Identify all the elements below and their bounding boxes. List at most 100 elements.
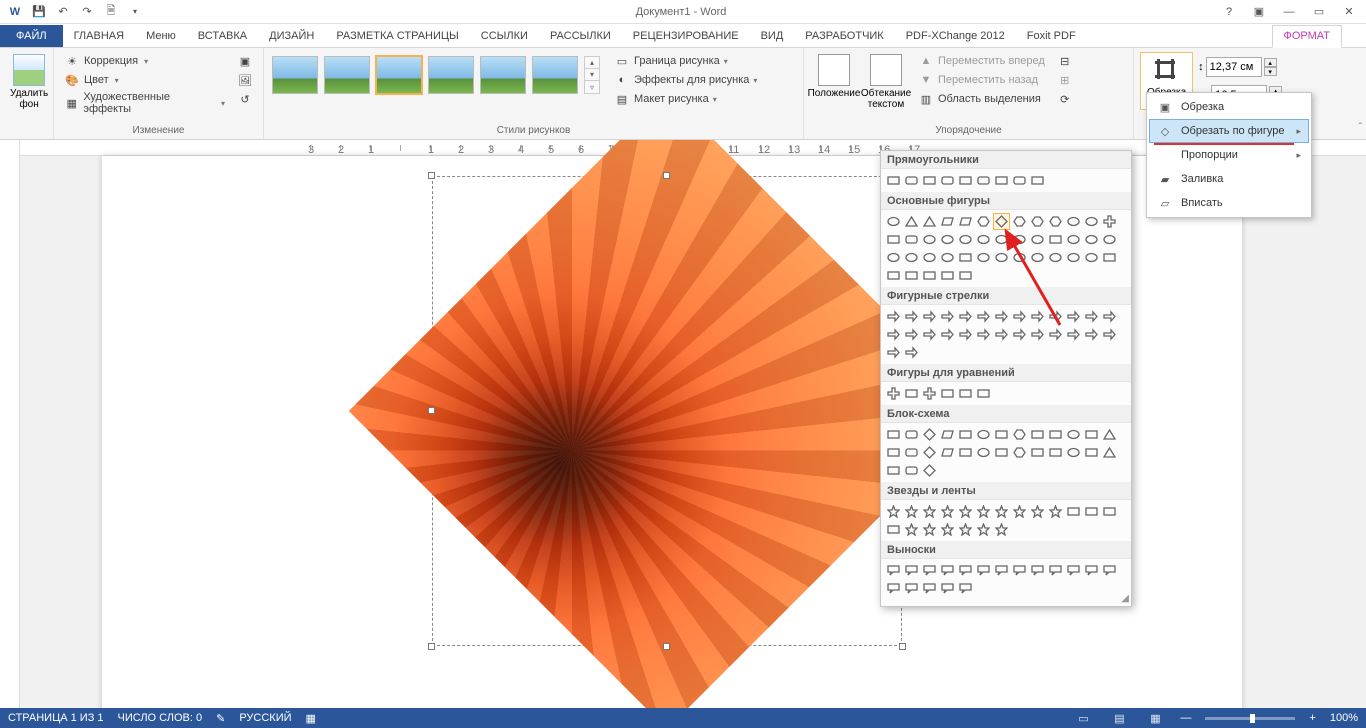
shape-option[interactable] xyxy=(1047,503,1064,520)
shape-option[interactable] xyxy=(939,426,956,443)
style-thumb[interactable] xyxy=(376,56,422,94)
shape-option[interactable] xyxy=(885,172,902,189)
tab-pdfxchange[interactable]: PDF-XChange 2012 xyxy=(895,26,1016,47)
ribbon-display-icon[interactable]: ▣ xyxy=(1248,2,1270,22)
shape-option[interactable] xyxy=(975,503,992,520)
shape-option[interactable] xyxy=(1011,172,1028,189)
word-icon[interactable]: W xyxy=(4,2,26,22)
align-button[interactable]: ⊟ xyxy=(1053,52,1077,70)
shape-option[interactable] xyxy=(921,249,938,266)
shape-option[interactable] xyxy=(975,172,992,189)
shape-option[interactable] xyxy=(885,344,902,361)
shape-option[interactable] xyxy=(1029,426,1046,443)
shape-option[interactable] xyxy=(885,326,902,343)
shape-option[interactable] xyxy=(1083,231,1100,248)
shape-option[interactable] xyxy=(921,308,938,325)
shape-option[interactable] xyxy=(993,503,1010,520)
shape-option[interactable] xyxy=(1011,444,1028,461)
shape-option[interactable] xyxy=(1011,426,1028,443)
save-icon[interactable]: 💾 xyxy=(28,2,50,22)
shape-option[interactable] xyxy=(885,444,902,461)
view-print-icon[interactable]: ▤ xyxy=(1108,710,1130,726)
shape-option[interactable] xyxy=(1083,213,1100,230)
shape-option[interactable] xyxy=(921,326,938,343)
shape-option[interactable] xyxy=(957,308,974,325)
shape-option[interactable] xyxy=(921,231,938,248)
shape-option[interactable] xyxy=(939,172,956,189)
undo-icon[interactable]: ↶ xyxy=(52,2,74,22)
shape-option[interactable] xyxy=(957,326,974,343)
shape-option[interactable] xyxy=(1065,503,1082,520)
help-icon[interactable]: ? xyxy=(1218,2,1240,22)
shape-option[interactable] xyxy=(1065,444,1082,461)
shape-option[interactable] xyxy=(885,385,902,402)
style-thumb[interactable] xyxy=(428,56,474,94)
shape-option[interactable] xyxy=(1101,444,1118,461)
status-word-count[interactable]: ЧИСЛО СЛОВ: 0 xyxy=(118,712,203,724)
artistic-effects-button[interactable]: ▦Художественные эффекты▾ xyxy=(60,90,229,116)
shape-option[interactable] xyxy=(903,213,920,230)
shape-option[interactable] xyxy=(1047,426,1064,443)
shape-option[interactable] xyxy=(975,562,992,579)
bring-forward-button[interactable]: ▲Переместить вперед xyxy=(914,52,1049,70)
spin-up-icon[interactable]: ▴ xyxy=(1264,58,1277,67)
shape-option[interactable] xyxy=(885,521,902,538)
shape-option[interactable] xyxy=(975,326,992,343)
shape-option[interactable] xyxy=(885,213,902,230)
zoom-in-button[interactable]: + xyxy=(1309,712,1315,724)
shape-option[interactable] xyxy=(1029,444,1046,461)
shape-option[interactable] xyxy=(921,267,938,284)
shape-option[interactable] xyxy=(993,426,1010,443)
shape-option[interactable] xyxy=(1101,231,1118,248)
resize-handle[interactable] xyxy=(663,643,670,650)
resize-handle[interactable] xyxy=(899,643,906,650)
shape-option[interactable] xyxy=(939,231,956,248)
shape-option[interactable] xyxy=(1065,426,1082,443)
resize-grip-icon[interactable]: ◢ xyxy=(1121,593,1129,604)
tab-design[interactable]: ДИЗАЙН xyxy=(258,26,325,47)
shape-option[interactable] xyxy=(903,462,920,479)
picture-border-button[interactable]: ▭Граница рисунка▾ xyxy=(610,52,761,70)
shape-option[interactable] xyxy=(957,267,974,284)
new-icon[interactable]: 🗎 xyxy=(100,2,122,22)
selection-pane-button[interactable]: ▥Область выделения xyxy=(914,90,1049,108)
shape-option[interactable] xyxy=(903,521,920,538)
redo-icon[interactable]: ↷ xyxy=(76,2,98,22)
tab-review[interactable]: РЕЦЕНЗИРОВАНИЕ xyxy=(622,26,750,47)
style-thumb[interactable] xyxy=(480,56,526,94)
view-web-icon[interactable]: ▦ xyxy=(1144,710,1166,726)
shape-option[interactable] xyxy=(1101,562,1118,579)
collapse-ribbon-icon[interactable]: ˆ xyxy=(1359,122,1362,133)
resize-handle[interactable] xyxy=(663,172,670,179)
shape-option[interactable] xyxy=(903,444,920,461)
shape-option[interactable] xyxy=(975,385,992,402)
zoom-out-button[interactable]: — xyxy=(1180,712,1191,724)
zoom-level[interactable]: 100% xyxy=(1330,712,1358,724)
shape-option[interactable] xyxy=(1083,562,1100,579)
zoom-slider[interactable] xyxy=(1205,717,1295,720)
shape-option[interactable] xyxy=(885,308,902,325)
shape-option[interactable] xyxy=(1101,213,1118,230)
shape-option[interactable] xyxy=(885,231,902,248)
shape-option[interactable] xyxy=(939,580,956,597)
tab-developer[interactable]: РАЗРАБОТЧИК xyxy=(794,26,894,47)
tab-mailings[interactable]: РАССЫЛКИ xyxy=(539,26,622,47)
shape-option[interactable] xyxy=(975,213,992,230)
shape-option[interactable] xyxy=(939,385,956,402)
tab-layout[interactable]: РАЗМЕТКА СТРАНИЦЫ xyxy=(325,26,469,47)
shape-option[interactable] xyxy=(993,562,1010,579)
shape-option[interactable] xyxy=(1101,503,1118,520)
status-proofing-icon[interactable]: ✎ xyxy=(216,712,225,725)
view-read-icon[interactable]: ▭ xyxy=(1072,710,1094,726)
shape-option[interactable] xyxy=(921,503,938,520)
shape-option[interactable] xyxy=(885,267,902,284)
shape-option[interactable] xyxy=(903,503,920,520)
shape-option[interactable] xyxy=(921,562,938,579)
shape-option[interactable] xyxy=(957,562,974,579)
shape-option[interactable] xyxy=(939,308,956,325)
shape-option[interactable] xyxy=(903,344,920,361)
shape-option[interactable] xyxy=(1101,308,1118,325)
gallery-more-icon[interactable]: ▿ xyxy=(585,81,599,93)
shape-option[interactable] xyxy=(975,231,992,248)
shape-option[interactable] xyxy=(885,562,902,579)
